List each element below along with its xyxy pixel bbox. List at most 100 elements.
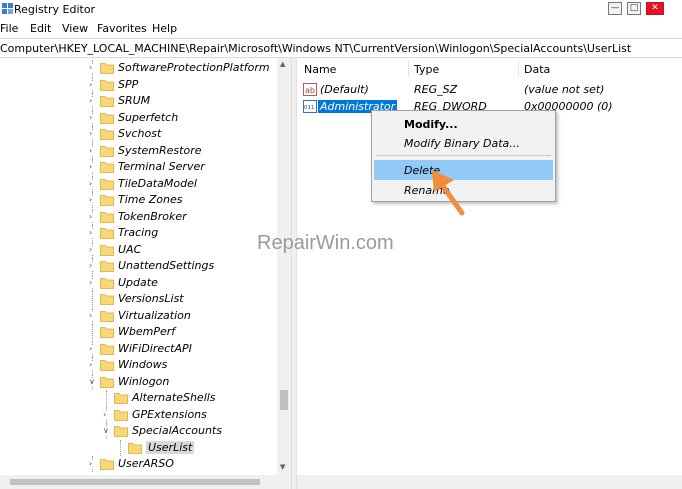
tree-item-userlist[interactable]: UserList (0, 439, 277, 456)
tree-item-srum[interactable]: › SRUM (0, 93, 277, 109)
scroll-up-icon[interactable]: ▲ (280, 60, 285, 68)
folder-icon (100, 145, 114, 157)
list-horizontal-scrollbar[interactable] (297, 475, 682, 489)
folder-icon (114, 426, 128, 437)
menu-separator (376, 155, 551, 156)
chevron-right-icon[interactable]: › (89, 361, 97, 369)
tree-item-label: Virtualization (118, 308, 191, 322)
folder-icon (100, 112, 114, 124)
folder-icon (100, 261, 114, 272)
value-data: (value not set) (524, 83, 605, 96)
tree-item-unattendsettings[interactable]: › UnattendSettings (0, 258, 277, 274)
tree-vertical-scrollbar[interactable]: ▲ ▼ (277, 58, 291, 478)
chevron-right-icon[interactable]: › (89, 262, 97, 270)
column-divider[interactable] (408, 60, 409, 77)
menu-item-modify-binary-data[interactable]: Modify Binary Data... (374, 133, 553, 153)
tree-item-label: UserARSO (118, 457, 174, 470)
scroll-down-icon[interactable]: ▼ (280, 463, 285, 471)
folder-icon (100, 79, 114, 91)
tree-item-update[interactable]: › Update (0, 274, 277, 291)
close-button[interactable]: ✕ (646, 2, 664, 15)
chevron-right-icon[interactable]: › (89, 311, 97, 320)
tree-item-terminal-server[interactable]: › Terminal Server (0, 159, 277, 175)
tree-item-alternateshells[interactable]: AlternateShells (0, 390, 277, 406)
menu-favorites[interactable]: Favorites (97, 22, 147, 35)
address-bar[interactable]: Computer\HKEY_LOCAL_MACHINE\Repair\Micro… (0, 38, 682, 58)
chevron-right-icon[interactable]: › (89, 212, 97, 221)
minimize-button[interactable]: — (608, 2, 622, 15)
column-header-type[interactable]: Type (414, 63, 439, 76)
folder-icon (100, 343, 114, 355)
chevron-right-icon[interactable]: › (89, 64, 97, 72)
svg-text:ab: ab (305, 86, 315, 95)
chevron-right-icon[interactable]: › (103, 410, 111, 419)
value-name[interactable]: (Default) (318, 83, 371, 96)
tree-item-label: VersionsList (118, 292, 184, 305)
tree-item-specialaccounts[interactable]: ∨ SpecialAccounts (0, 423, 277, 439)
menu-item-modify[interactable]: Modify... (374, 114, 553, 134)
tree-item-label: UserList (146, 440, 195, 454)
tree-hscroll-thumb[interactable] (10, 479, 260, 485)
tree-item-label: GPExtensions (132, 407, 207, 421)
tree-scroll-thumb[interactable] (280, 390, 288, 410)
tree-item-label: Time Zones (118, 193, 183, 206)
tree-item-time-zones[interactable]: › Time Zones (0, 192, 277, 208)
binary-value-icon: 011 (303, 100, 317, 113)
tree-item-label: SRUM (118, 94, 151, 107)
tree-item-uac[interactable]: › UAC (0, 241, 277, 258)
menu-help[interactable]: Help (152, 22, 177, 35)
tree-item-userarso[interactable]: › UserARSO (0, 456, 277, 472)
menu-edit[interactable]: Edit (30, 22, 51, 35)
tree-item-gpextensions[interactable]: › GPExtensions (0, 406, 277, 423)
column-divider[interactable] (518, 60, 519, 77)
chevron-right-icon[interactable]: › (89, 97, 97, 105)
tree-item-versionslist[interactable]: VersionsList (0, 291, 277, 307)
address-path[interactable]: Computer\HKEY_LOCAL_MACHINE\Repair\Micro… (0, 42, 631, 55)
tree-item-wbemperf[interactable]: WbemPerf (0, 324, 277, 340)
chevron-right-icon[interactable]: › (89, 179, 97, 188)
folder-icon (128, 442, 142, 454)
maximize-button[interactable]: □ (627, 2, 641, 15)
folder-icon (100, 277, 114, 289)
chevron-right-icon[interactable]: › (89, 146, 97, 155)
chevron-right-icon[interactable]: › (89, 460, 97, 468)
chevron-right-icon[interactable]: › (89, 344, 97, 353)
folder-icon (100, 195, 114, 206)
menu-view[interactable]: View (62, 22, 88, 35)
tree-item-label: Superfetch (118, 110, 179, 124)
chevron-right-icon[interactable]: › (89, 130, 97, 138)
column-header-name[interactable]: Name (304, 63, 336, 76)
menu-file[interactable]: File (0, 22, 18, 35)
column-header-data[interactable]: Data (524, 63, 550, 76)
registry-editor-icon (2, 3, 13, 14)
folder-icon (100, 327, 114, 338)
tree-item-virtualization[interactable]: › Virtualization (0, 307, 277, 324)
folder-icon (100, 96, 114, 107)
tree-item-softwareprotectionplatform[interactable]: › SoftwareProtectionPlatform (0, 60, 277, 76)
tree-item-svchost[interactable]: › Svchost (0, 126, 277, 142)
tree-item-spp[interactable]: › SPP (0, 76, 277, 93)
tree-item-tracing[interactable]: › Tracing (0, 225, 277, 241)
tree-item-tiledatamodel[interactable]: › TileDataModel (0, 175, 277, 192)
folder-icon (100, 129, 114, 140)
tree-item-superfetch[interactable]: › Superfetch (0, 109, 277, 126)
chevron-right-icon[interactable]: › (89, 229, 97, 237)
chevron-right-icon[interactable]: › (89, 113, 97, 122)
chevron-right-icon[interactable]: › (89, 163, 97, 171)
value-row-default[interactable]: ab (Default) REG_SZ (value not set) (297, 82, 682, 98)
key-tree[interactable]: › SoftwareProtectionPlatform › SPP › SRUM › Sup… (0, 58, 291, 478)
tree-horizontal-scrollbar[interactable] (0, 475, 291, 489)
chevron-right-icon[interactable]: › (89, 196, 97, 204)
tree-item-wifidirectapi[interactable]: › WiFiDirectAPI (0, 340, 277, 357)
chevron-right-icon[interactable]: › (89, 245, 97, 254)
tree-item-systemrestore[interactable]: › SystemRestore (0, 142, 277, 159)
tree-item-windows[interactable]: › Windows (0, 357, 277, 373)
tree-item-tokenbroker[interactable]: › TokenBroker (0, 208, 277, 225)
chevron-down-icon[interactable]: ∨ (89, 377, 97, 386)
tree-item-label: Update (118, 275, 158, 289)
chevron-right-icon[interactable]: › (89, 80, 97, 89)
svg-text:011: 011 (304, 105, 315, 111)
tree-item-winlogon[interactable]: ∨ Winlogon (0, 373, 277, 390)
chevron-down-icon[interactable]: ∨ (103, 427, 111, 435)
chevron-right-icon[interactable]: › (89, 278, 97, 287)
